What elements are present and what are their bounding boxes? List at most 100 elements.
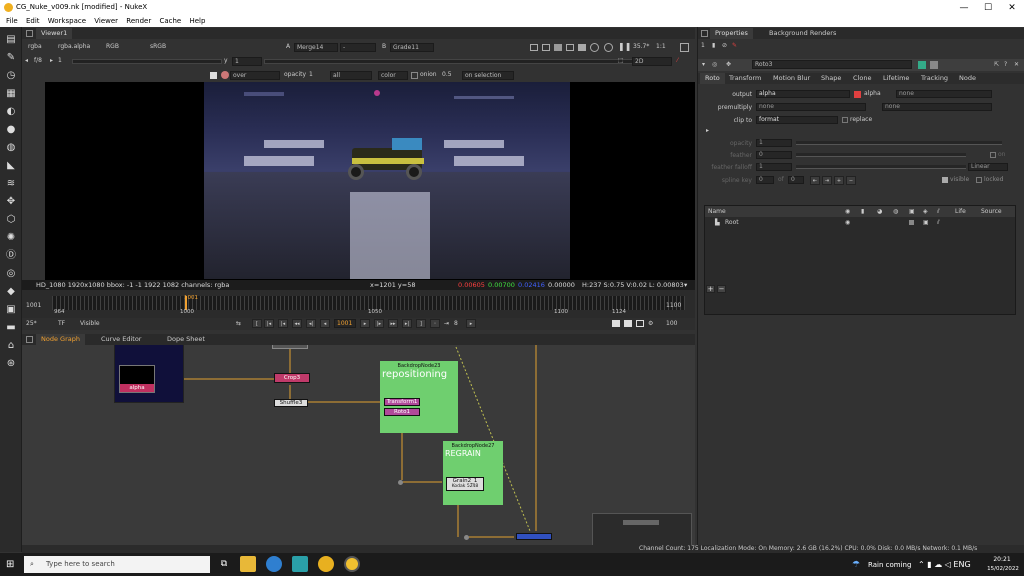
opacity-slider[interactable] [796, 141, 1002, 145]
refresh-icon[interactable] [590, 43, 599, 52]
next-key-icon[interactable]: ⇥ [822, 176, 832, 185]
subtab-roto[interactable]: Roto [700, 73, 725, 84]
tab-dope-sheet[interactable]: Dope Sheet [162, 334, 210, 345]
float-panel-icon[interactable]: ⇱ [994, 60, 999, 69]
ratio-dropdown[interactable]: 1:1 [656, 42, 666, 51]
menu-cache[interactable]: Cache [159, 17, 181, 25]
monitor-out-icon[interactable] [636, 320, 644, 327]
end-frame-field[interactable]: 100 [666, 319, 677, 328]
3d-tool-icon[interactable]: ⬡ [4, 213, 18, 227]
input-b-dropdown[interactable]: Grade11 [390, 43, 434, 52]
feather-falloff-field[interactable]: 1 [756, 163, 792, 171]
node-name-field[interactable]: Roto3 [752, 60, 912, 69]
tab-node-graph[interactable]: Node Graph [36, 334, 85, 345]
fps-dropdown[interactable]: 25* [26, 319, 37, 328]
windows-start-icon[interactable]: ⊞ [6, 559, 14, 570]
clear-panels-icon[interactable]: ⊘ [722, 41, 727, 50]
colorspace-dropdown[interactable]: sRGB [150, 42, 166, 51]
subtab-lifetime[interactable]: Lifetime [878, 73, 914, 84]
close-panel-icon[interactable]: ✕ [1014, 60, 1019, 69]
opacity-value[interactable]: 1 [309, 70, 313, 79]
mode-2d-dropdown[interactable]: 2D [632, 57, 672, 66]
spline-key-field[interactable]: 0 [756, 176, 774, 184]
lock-icon[interactable] [604, 43, 613, 52]
toolsets-tool-icon[interactable]: ▣ [4, 303, 18, 317]
col-motionblur-icon[interactable]: ⫽ [937, 207, 940, 216]
minimize-button[interactable]: — [952, 0, 976, 16]
increment-icon[interactable]: ⇥ [444, 319, 449, 328]
menu-workspace[interactable]: Workspace [48, 17, 86, 25]
channel-dropdown[interactable]: color [378, 71, 408, 80]
feather-slider[interactable] [796, 153, 966, 157]
subtab-motion-blur[interactable]: Motion Blur [768, 73, 815, 84]
center-node-icon[interactable]: ✥ [726, 60, 731, 69]
tab-background-renders[interactable]: Background Renders [764, 28, 841, 39]
feather-falloff-slider[interactable] [796, 165, 966, 169]
visible-checkbox[interactable] [942, 177, 948, 183]
fullscreen-icon[interactable] [680, 43, 689, 52]
opacity-field[interactable]: 1 [756, 139, 792, 147]
falloff-type-dropdown[interactable]: Linear [968, 163, 1008, 171]
lock-panel-icon[interactable]: ▮ [712, 41, 715, 50]
loop-icon[interactable]: ⇆ [236, 319, 241, 328]
subtab-transform[interactable]: Transform [724, 73, 766, 84]
subtab-node[interactable]: Node [954, 73, 981, 84]
close-button[interactable]: ✕ [1000, 0, 1024, 16]
prev-increment-button[interactable]: ◂◂ [292, 319, 302, 328]
edge-icon[interactable] [266, 556, 282, 572]
app-icon[interactable] [292, 556, 308, 572]
tree-row-root[interactable]: ▙ Root ◉ ▣ ⫽ [705, 218, 1015, 228]
dot-node[interactable] [398, 480, 403, 485]
gpu-icon[interactable] [578, 44, 586, 51]
frame-step-value[interactable]: 1 [58, 56, 62, 65]
tab-curve-editor[interactable]: Curve Editor [96, 334, 146, 345]
zoom-dropdown[interactable]: 35.7* [633, 42, 649, 51]
alpha-none-dropdown[interactable]: none [896, 90, 992, 98]
menu-render[interactable]: Render [126, 17, 151, 25]
node-gl-color-swatch[interactable] [930, 61, 938, 69]
crop-node[interactable]: Crop3 [274, 373, 310, 383]
menu-edit[interactable]: Edit [26, 17, 40, 25]
render-icon[interactable] [624, 320, 632, 327]
tab-viewer1[interactable]: Viewer1 [36, 28, 73, 39]
deep-tool-icon[interactable]: Ⓓ [4, 249, 18, 263]
feather-on-checkbox[interactable] [990, 152, 996, 158]
last-frame-button[interactable]: ] [416, 319, 426, 328]
node-color-swatch[interactable] [918, 61, 926, 69]
nuke-taskbar-icon[interactable] [318, 556, 334, 572]
read-node[interactable]: alpha [119, 365, 155, 393]
locked-checkbox[interactable] [976, 177, 982, 183]
other-tool-icon[interactable]: ▬ [4, 321, 18, 335]
display-dropdown[interactable]: RGB [106, 42, 119, 51]
next-increment-button[interactable]: ▸▸ [388, 319, 398, 328]
input-a-dropdown[interactable]: Merge14 [294, 43, 338, 52]
timeline-ruler[interactable] [52, 296, 685, 310]
tf-dropdown[interactable]: TF [58, 319, 65, 328]
color-tool-icon[interactable]: ◐ [4, 105, 18, 119]
pin-icon[interactable]: ✎ [732, 41, 737, 50]
onion-value[interactable]: 0.5 [442, 70, 452, 79]
col-invert-icon[interactable]: ▣ [909, 207, 915, 216]
weather-icon[interactable]: ☂ [852, 560, 860, 570]
col-blend-icon[interactable]: ◈ [923, 207, 928, 216]
alpha-checkbox[interactable] [854, 91, 861, 98]
gain-slider[interactable] [72, 59, 222, 64]
output-dropdown[interactable]: alpha [756, 90, 850, 98]
col-life[interactable]: Life [955, 207, 966, 216]
cache-icon[interactable] [566, 44, 574, 51]
wipe-icon[interactable] [542, 44, 550, 51]
on-selection-dropdown[interactable]: on selection [462, 71, 514, 80]
merge-tool-icon[interactable]: ◣ [4, 159, 18, 173]
pane-menu-icon[interactable] [26, 30, 33, 37]
stop-button[interactable]: ◦ [430, 319, 440, 328]
next-increment2-button[interactable]: ▸ [466, 319, 476, 328]
menu-viewer[interactable]: Viewer [94, 17, 118, 25]
col-overlay-icon[interactable]: ◍ [893, 207, 898, 216]
onion-checkbox[interactable] [411, 72, 418, 79]
max-panels-value[interactable]: 1 [701, 41, 705, 50]
backdrop-repositioning[interactable]: BackdropNode23 repositioning [380, 361, 458, 433]
filter-tool-icon[interactable]: ● [4, 123, 18, 137]
channel-tool-icon[interactable]: ▦ [4, 87, 18, 101]
furnace-tool-icon[interactable]: ⌂ [4, 339, 18, 353]
visible-dropdown[interactable]: Visible [80, 319, 100, 328]
